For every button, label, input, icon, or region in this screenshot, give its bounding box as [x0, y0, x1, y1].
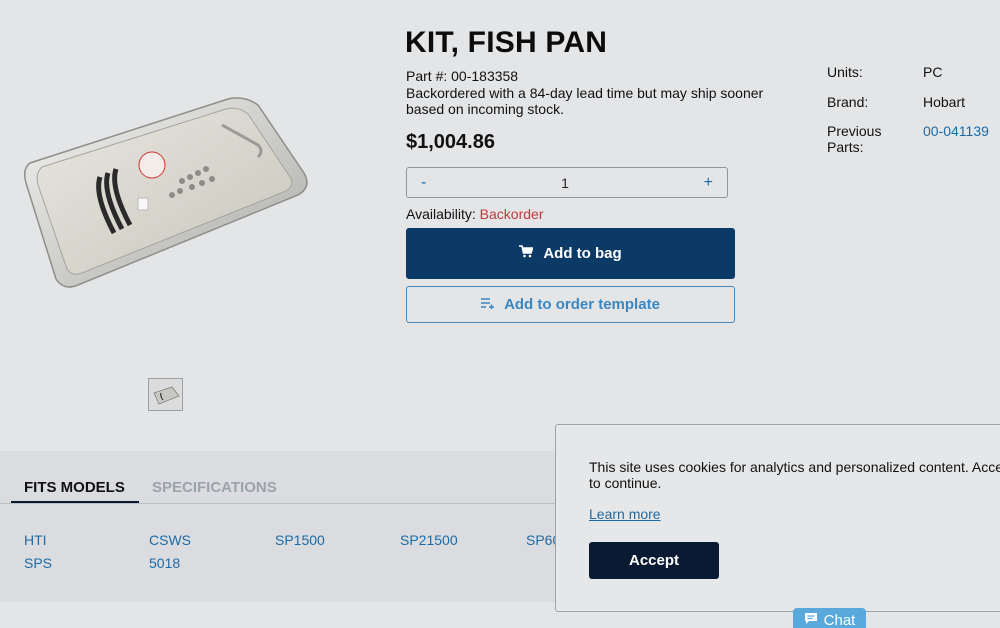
tab-fits-models[interactable]: FITS MODELS [24, 479, 125, 496]
add-to-order-template-label: Add to order template [504, 296, 660, 313]
model-link[interactable]: CSWS [149, 532, 191, 548]
add-to-bag-label: Add to bag [543, 245, 622, 262]
model-link[interactable]: SPS [24, 555, 52, 571]
previous-parts-label-line1: Previous [827, 123, 882, 139]
decrement-button[interactable]: - [421, 174, 426, 192]
model-link[interactable]: 5018 [149, 555, 180, 571]
product-price: $1,004.86 [406, 131, 495, 153]
previous-part-link[interactable]: 00-041139 [923, 123, 989, 139]
tab-specifications[interactable]: SPECIFICATIONS [152, 479, 277, 496]
chat-button[interactable]: Chat [793, 608, 866, 628]
product-thumbnail[interactable] [148, 378, 183, 411]
accept-cookies-button[interactable]: Accept [589, 542, 719, 579]
previous-parts-label-line2: Parts: [827, 139, 864, 155]
availability-label: Availability: [406, 206, 476, 222]
cookie-message: This site uses cookies for analytics and… [589, 459, 1000, 491]
chat-bubble-icon [804, 612, 818, 628]
product-title: KIT, FISH PAN [405, 26, 608, 59]
model-link[interactable]: SP21500 [400, 532, 458, 548]
quantity-value[interactable]: 1 [561, 175, 569, 191]
chat-label: Chat [823, 611, 856, 628]
cart-icon [519, 245, 534, 262]
model-link[interactable]: SP1500 [275, 532, 325, 548]
model-link[interactable]: HTI [24, 532, 47, 548]
cookie-banner: This site uses cookies for analytics and… [555, 424, 1000, 612]
previous-parts-label: Previous Parts: [827, 123, 881, 155]
availability: Availability: Backorder [406, 206, 543, 222]
list-add-icon [481, 296, 495, 313]
add-to-order-template-button[interactable]: Add to order template [406, 286, 735, 323]
brand-label: Brand: [827, 94, 869, 110]
quantity-stepper: - 1 + [406, 167, 728, 198]
units-value: PC [923, 64, 943, 80]
part-number: Part #: 00-183358 [406, 68, 519, 84]
product-image [22, 95, 312, 295]
add-to-bag-button[interactable]: Add to bag [406, 228, 735, 279]
lead-time-notice: Backordered with a 84-day lead time but … [406, 85, 764, 117]
units-label: Units: [827, 64, 863, 80]
availability-status: Backorder [479, 206, 544, 222]
learn-more-link[interactable]: Learn more [589, 506, 661, 522]
increment-button[interactable]: + [704, 174, 713, 192]
brand-value: Hobart [923, 94, 966, 110]
